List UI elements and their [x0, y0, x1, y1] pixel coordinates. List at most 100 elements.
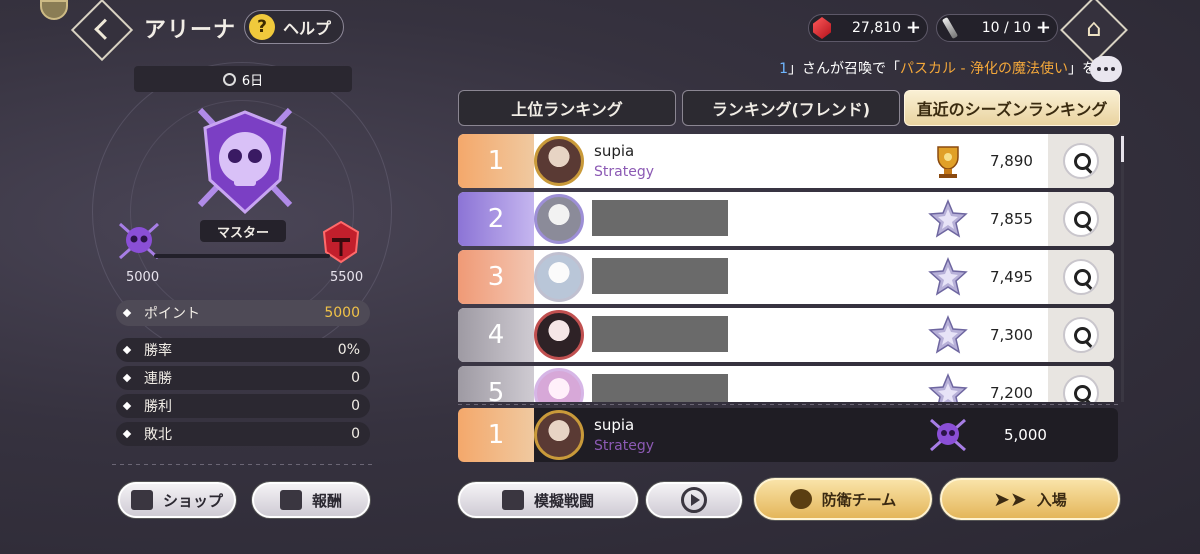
- add-gems-button[interactable]: +: [906, 18, 921, 38]
- my-ranking-row: 1 supia Strategy 5,000: [458, 408, 1118, 462]
- mock-battle-button[interactable]: 模擬戦闘: [458, 482, 638, 518]
- redacted-name: [592, 200, 728, 236]
- stopwatch-icon: [222, 72, 236, 86]
- player-score: 7,890: [990, 152, 1033, 170]
- my-avatar: [534, 410, 584, 460]
- scrollbar-track[interactable]: [1121, 134, 1124, 402]
- rank-number: 3: [458, 250, 534, 304]
- silver-star-icon: [928, 373, 968, 402]
- stat-label: 敗北: [144, 427, 172, 443]
- player-guild: Strategy: [594, 164, 654, 180]
- inspect-cell: [1048, 134, 1114, 188]
- my-score: 5,000: [1004, 426, 1047, 444]
- player-score: 7,495: [990, 268, 1033, 286]
- current-tier-points: 5000: [126, 270, 160, 285]
- silver-star-icon: [928, 257, 968, 296]
- ticker-number: 1: [779, 61, 789, 77]
- mock-battle-label: 模擬戦闘: [533, 491, 594, 510]
- player-avatar[interactable]: [534, 136, 584, 186]
- ticker-text-a: 」さんが召喚で「: [788, 61, 901, 77]
- divider: [112, 464, 372, 465]
- diamond-bullet-icon: [122, 373, 132, 383]
- search-icon[interactable]: [1063, 259, 1099, 295]
- player-name: supia: [594, 142, 635, 160]
- diamond-bullet-icon: [122, 401, 132, 411]
- chest-icon: [279, 490, 302, 510]
- help-label: ヘルプ: [283, 19, 332, 38]
- ranking-row[interactable]: 2 7,855: [458, 192, 1114, 246]
- reward-button[interactable]: 報酬: [252, 482, 370, 518]
- ticket-amount: 10 / 10: [981, 20, 1031, 36]
- gold-trophy-icon: [937, 146, 959, 178]
- chat-button[interactable]: [1090, 56, 1122, 82]
- tab-top-ranking[interactable]: 上位ランキング: [458, 90, 676, 126]
- rank-number: 4: [458, 308, 534, 362]
- shop-label: ショップ: [162, 491, 223, 510]
- inspect-cell: [1048, 192, 1114, 246]
- search-icon[interactable]: [1063, 317, 1099, 353]
- player-avatar[interactable]: [534, 368, 584, 402]
- gem-amount: 27,810: [852, 20, 901, 36]
- stat-label: 勝利: [144, 399, 172, 415]
- question-icon: ?: [249, 14, 275, 40]
- redacted-name: [592, 316, 728, 352]
- defense-team-label: 防衛チーム: [821, 490, 897, 509]
- stat-win-streak: 連勝 0: [116, 366, 370, 390]
- player-score: 7,300: [990, 326, 1033, 344]
- inspect-cell: [1048, 250, 1114, 304]
- tab-friend-ranking[interactable]: ランキング(フレンド): [682, 90, 900, 126]
- player-avatar[interactable]: [534, 252, 584, 302]
- silver-star-icon: [928, 199, 968, 238]
- ranking-row[interactable]: 1 supia Strategy 7,890: [458, 134, 1114, 188]
- tab-last-season-ranking[interactable]: 直近のシーズンランキング: [904, 90, 1120, 126]
- enter-button[interactable]: ➤➤ 入場: [940, 478, 1120, 520]
- search-icon[interactable]: [1063, 375, 1099, 402]
- my-name: supia: [594, 416, 635, 434]
- add-tickets-button[interactable]: +: [1036, 18, 1051, 38]
- ranking-row[interactable]: 5 7,200: [458, 366, 1114, 402]
- rank-name: マスター: [216, 226, 269, 241]
- help-button[interactable]: ? ヘルプ: [244, 10, 344, 44]
- stat-label: 勝率: [144, 343, 172, 359]
- rank-number: 5: [458, 366, 534, 402]
- ticker-highlight: パスカル - 浄化の魔法使い: [900, 61, 1068, 77]
- ruby-gem-icon: [807, 13, 837, 43]
- diamond-bullet-icon: [122, 308, 132, 318]
- rank-number: 2: [458, 192, 534, 246]
- scrollbar-thumb[interactable]: [1121, 136, 1124, 162]
- defense-shield-icon: [789, 489, 812, 509]
- redacted-name: [592, 258, 728, 294]
- player-score: 7,855: [990, 210, 1033, 228]
- replay-icon: [681, 487, 707, 513]
- shop-button[interactable]: ショップ: [118, 482, 236, 518]
- home-icon: ⌂: [1086, 14, 1102, 42]
- search-icon[interactable]: [1063, 143, 1099, 179]
- next-tier-points: 5500: [330, 270, 364, 285]
- stat-value: 0: [351, 398, 360, 414]
- ranking-list[interactable]: 1 supia Strategy 7,890 2 7,855 3 7,495 4…: [458, 134, 1114, 402]
- player-avatar[interactable]: [534, 194, 584, 244]
- master-skull-emblem-icon: [197, 107, 293, 215]
- ranking-row[interactable]: 3 7,495: [458, 250, 1114, 304]
- player-avatar[interactable]: [534, 310, 584, 360]
- rank-progress-bar: [154, 254, 330, 258]
- replay-button[interactable]: [646, 482, 742, 518]
- event-badge-icon[interactable]: [40, 0, 68, 20]
- stat-label: 連勝: [144, 371, 172, 387]
- sword-ticket-icon: [935, 13, 965, 43]
- enter-label: 入場: [1036, 490, 1067, 509]
- stat-value: 0: [351, 426, 360, 442]
- back-button[interactable]: [70, 0, 134, 62]
- inspect-cell: [1048, 308, 1114, 362]
- defense-team-button[interactable]: 防衛チーム: [754, 478, 932, 520]
- season-timer: 6日: [134, 66, 352, 92]
- days-left: 6日: [241, 73, 264, 89]
- player-score: 7,200: [990, 384, 1033, 402]
- shop-icon: [130, 490, 153, 510]
- stat-wins: 勝利 0: [116, 394, 370, 418]
- inspect-cell: [1048, 366, 1114, 402]
- announcement-ticker: 1」さんが召喚で「パスカル - 浄化の魔法使い」を: [779, 58, 1096, 78]
- search-icon[interactable]: [1063, 201, 1099, 237]
- ranking-row[interactable]: 4 7,300: [458, 308, 1114, 362]
- my-rank-number: 1: [458, 408, 534, 462]
